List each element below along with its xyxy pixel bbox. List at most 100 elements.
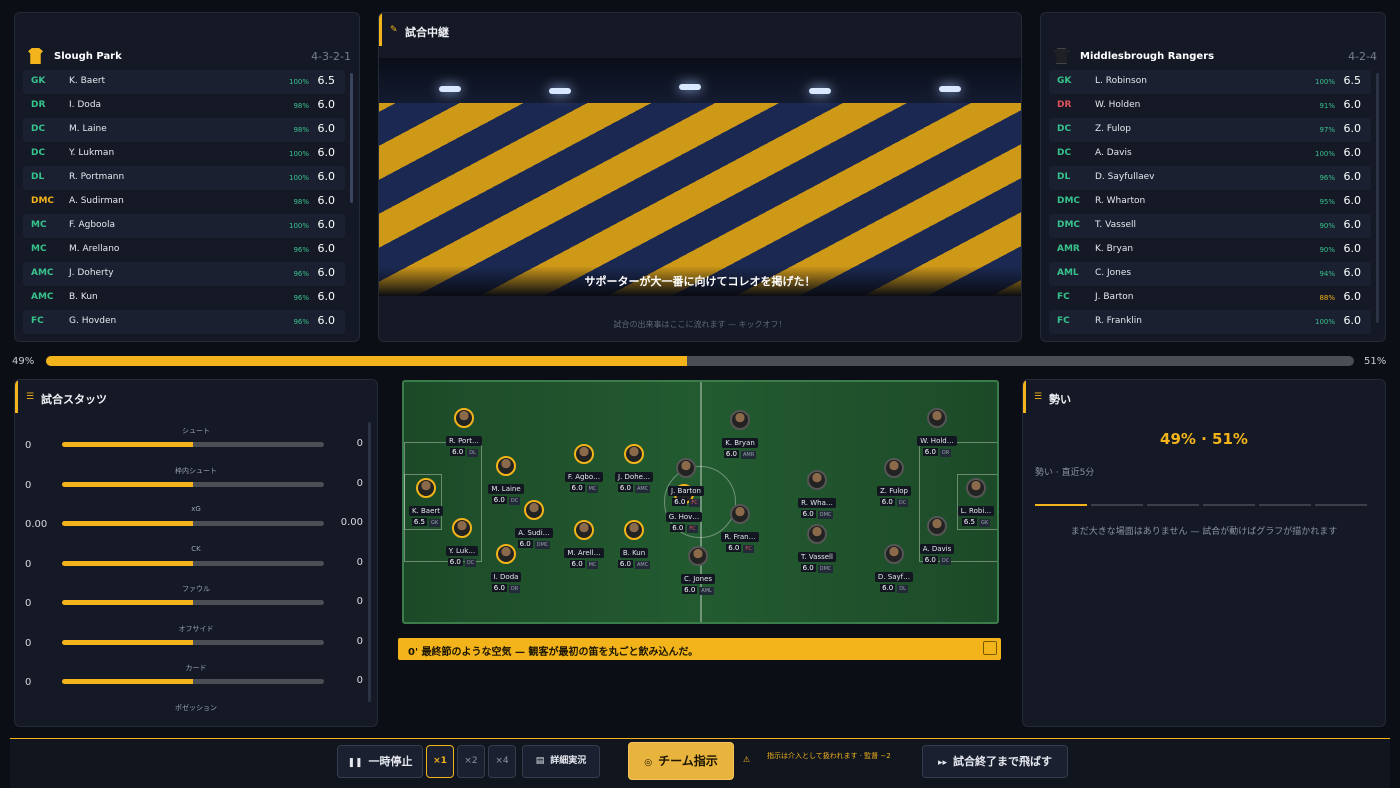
home-player-list: GK K. Baert 100% 6.5 DR I. Doda 98% 6.0 DC M. Lai…: [23, 70, 345, 334]
pitch-player[interactable]: C. Jones 6.0 AML: [660, 546, 736, 595]
pitch-player-stat: 6.0 DMC: [779, 510, 855, 519]
stat-label: オフサイド: [178, 624, 214, 633]
player-position: DC: [1057, 148, 1072, 158]
expand-icon[interactable]: [983, 641, 997, 655]
team-instructions-button[interactable]: ◎ チーム指示: [628, 742, 734, 780]
player-position: GK: [1057, 76, 1072, 86]
stat-bar: [62, 639, 324, 645]
player-avatar: [966, 478, 986, 498]
stat-label: ファウル: [182, 585, 210, 593]
detail-commentary-button[interactable]: ▤ 詳細実況: [522, 745, 600, 778]
player-row[interactable]: AMC J. Doherty 96% 6.0: [23, 262, 345, 286]
player-row[interactable]: AMR K. Bryan 90% 6.0: [1049, 238, 1371, 262]
player-fitness: 100%: [1314, 78, 1335, 86]
pitch-player[interactable]: T. Vassell 6.0 DMC: [779, 524, 855, 573]
player-name: R. Wharton: [1095, 196, 1146, 206]
away-player-list: GK L. Robinson 100% 6.5 DR W. Holden 91% 6.0 DC Z…: [1049, 70, 1371, 334]
pitch-player[interactable]: Z. Fulop 6.0 DC: [856, 458, 932, 507]
stat-label: ポゼッション: [175, 703, 217, 712]
pitch-player-rating: 6.0: [922, 448, 938, 456]
pitch-player-rating: 6.0: [617, 560, 633, 568]
player-rating: 6.0: [1343, 242, 1362, 255]
stat-bar: [62, 600, 324, 605]
player-rating: 6.0: [317, 146, 336, 159]
player-fitness: 94%: [1319, 270, 1335, 278]
pitch-player-rating: 6.0: [682, 586, 698, 594]
player-name: Y. Lukman: [69, 148, 115, 158]
player-name: A. Davis: [1095, 148, 1132, 158]
pitch-player-rating: 6.0: [569, 560, 585, 568]
ticker-text: 0' 最終節のような空気 — 観客が最初の笛を丸ごと飲み込んだ。: [408, 647, 699, 658]
player-row[interactable]: AML C. Jones 94% 6.0: [1049, 262, 1371, 286]
pitch-player-stat: 6.0 DL: [856, 584, 932, 593]
player-row[interactable]: FC R. Franklin 100% 6.0: [1049, 310, 1371, 334]
player-position: DR: [1057, 100, 1072, 110]
player-row[interactable]: DC M. Laine 98% 6.0: [23, 118, 345, 142]
player-row[interactable]: DC Y. Lukman 100% 6.0: [23, 142, 345, 166]
player-row[interactable]: GK L. Robinson 100% 6.5: [1049, 70, 1371, 94]
player-row[interactable]: DC A. Davis 100% 6.0: [1049, 142, 1371, 166]
pitch-player-position: DMC: [817, 565, 834, 573]
pitch-player[interactable]: L. Robi… 6.5 GK: [938, 478, 997, 527]
live-caption: サポーターが大一番に向けてコレオを掲げた！: [584, 275, 816, 288]
player-row[interactable]: DMC A. Sudirman 98% 6.0: [23, 190, 345, 214]
player-row[interactable]: FC G. Hovden 96% 6.0: [23, 310, 345, 334]
fast-forward-icon: ▸▸: [937, 758, 948, 768]
player-row[interactable]: MC M. Arellano 96% 6.0: [23, 238, 345, 262]
player-row[interactable]: DL R. Portmann 100% 6.0: [23, 166, 345, 190]
stat-row: ポゼッション: [15, 703, 377, 727]
pitch-player[interactable]: R. Wha… 6.0 DMC: [779, 470, 855, 519]
stat-label: CK: [191, 544, 201, 553]
player-row[interactable]: AMC B. Kun 96% 6.0: [23, 286, 345, 310]
player-fitness: 96%: [293, 270, 309, 278]
stat-away-value: 0: [356, 556, 363, 568]
pitch-player[interactable]: J. Barton 6.0 FC: [648, 458, 724, 507]
stat-bar-fill: [62, 560, 193, 566]
pitch-player[interactable]: D. Sayf… 6.0 DL: [856, 544, 932, 593]
pitch-player-name: R. Wha…: [798, 498, 836, 508]
momentum-panel: ☰ 勢い 49% · 51% 勢い · 直近5分 まだ大きな場面はありません —…: [1022, 379, 1386, 727]
player-row[interactable]: GK K. Baert 100% 6.5: [23, 70, 345, 94]
pitch-player-name: R. Port…: [446, 436, 482, 446]
stat-bar-fill: [62, 600, 193, 605]
player-rating: 6.0: [317, 314, 336, 327]
away-scrollbar[interactable]: [1376, 73, 1379, 323]
speed-1-button[interactable]: ×1: [426, 745, 454, 778]
player-row[interactable]: FC J. Barton 88% 6.0: [1049, 286, 1371, 310]
stats-scrollbar[interactable]: [368, 422, 371, 702]
momentum-fill: [46, 356, 687, 366]
player-row[interactable]: DMC R. Wharton 95% 6.0: [1049, 190, 1371, 214]
player-row[interactable]: DR I. Doda 98% 6.0: [23, 94, 345, 118]
pitch-player-rating: 6.0: [569, 484, 585, 492]
pitch-player[interactable]: M. Laine 6.0 DC: [468, 456, 544, 505]
player-row[interactable]: DL D. Sayfullaev 96% 6.0: [1049, 166, 1371, 190]
pitch-player-rating: 6.0: [880, 584, 896, 592]
player-fitness: 100%: [288, 222, 309, 230]
pause-button[interactable]: ❚❚ 一時停止: [337, 745, 423, 778]
skip-to-end-button[interactable]: ▸▸ 試合終了まで飛ばす: [922, 745, 1068, 778]
player-fitness: 88%: [1319, 294, 1335, 302]
pitch-player[interactable]: W. Hold… 6.0 DR: [899, 408, 975, 457]
stat-row: シュート 0 0: [15, 426, 377, 466]
player-row[interactable]: DC Z. Fulop 97% 6.0: [1049, 118, 1371, 142]
pitch-player[interactable]: I. Doda 6.0 DR: [468, 544, 544, 593]
player-fitness: 90%: [1319, 246, 1335, 254]
away-formation: 4-2-4: [1348, 50, 1377, 63]
team-label: チーム指示: [658, 754, 718, 768]
player-position: DC: [1057, 124, 1072, 134]
home-lineup-panel: Slough Park 4-3-2-1 GK K. Baert 100% 6.5 DR I…: [14, 12, 360, 342]
speed-4-button[interactable]: ×4: [488, 745, 516, 778]
player-row[interactable]: MC F. Agboola 100% 6.0: [23, 214, 345, 238]
pitch-player[interactable]: R. Port… 6.0 DL: [426, 408, 502, 457]
stat-label: xG: [191, 505, 201, 513]
pitch-player-position: DR: [508, 585, 521, 593]
pitch-player[interactable]: K. Bryan 6.0 AMR: [702, 410, 778, 459]
player-row[interactable]: DR W. Holden 91% 6.0: [1049, 94, 1371, 118]
player-fitness: 100%: [288, 150, 309, 158]
player-row[interactable]: DMC T. Vassell 90% 6.0: [1049, 214, 1371, 238]
home-scrollbar[interactable]: [350, 73, 353, 203]
player-position: MC: [31, 220, 47, 230]
speed-2-button[interactable]: ×2: [457, 745, 485, 778]
player-name: D. Sayfullaev: [1095, 172, 1155, 182]
floodlight-icon: [679, 84, 701, 90]
